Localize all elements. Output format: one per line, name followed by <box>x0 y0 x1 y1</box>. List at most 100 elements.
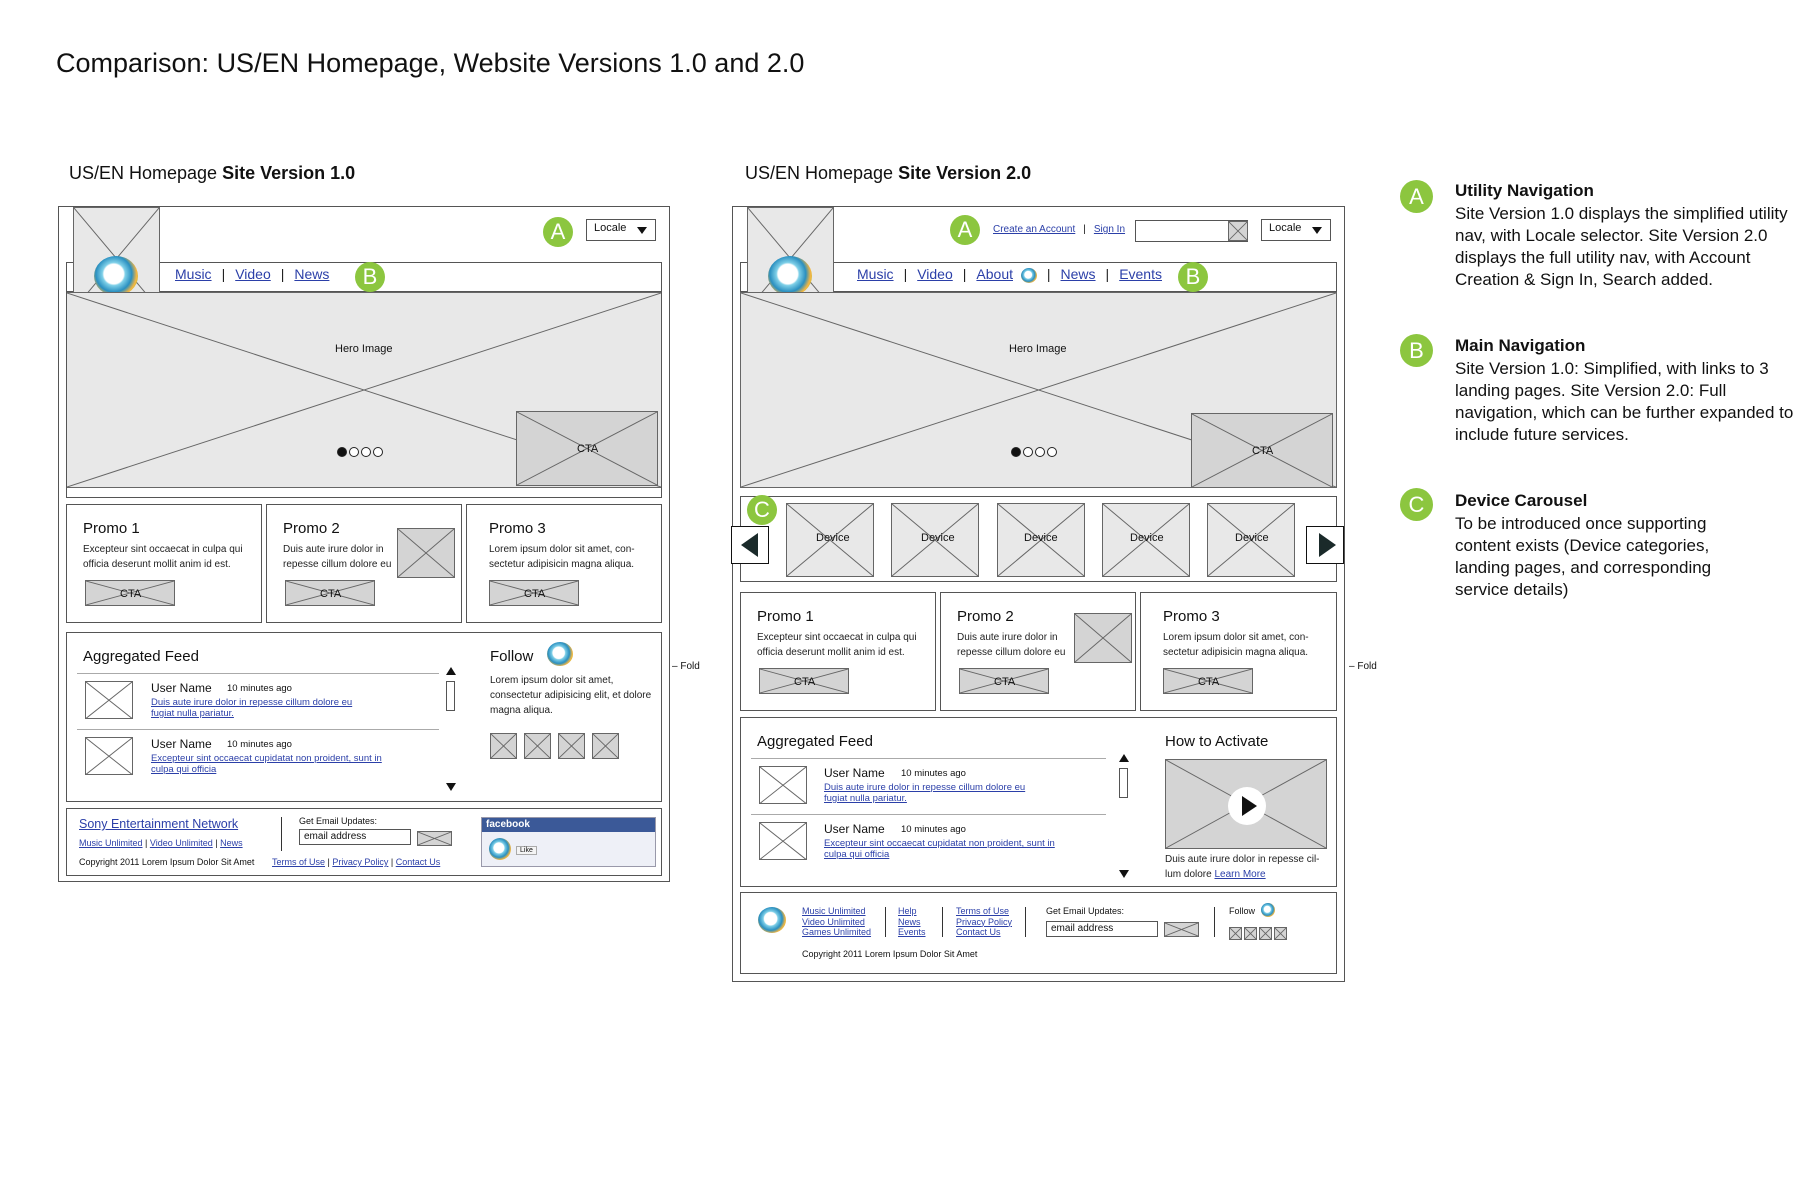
activate-video[interactable] <box>1165 759 1327 849</box>
feed-link[interactable]: Excepteur sint occaecat cupidatat non pr… <box>824 838 1059 860</box>
promo-cta-button[interactable]: CTA <box>1163 668 1253 694</box>
social-icon[interactable] <box>1229 927 1242 940</box>
device-tile[interactable]: Device <box>1207 503 1295 577</box>
badge-c-v2: C <box>747 495 777 525</box>
sony-logo-icon[interactable] <box>768 256 812 296</box>
feed-title: Aggregated Feed <box>83 648 199 665</box>
chevron-down-icon <box>1312 227 1322 234</box>
badge-c: C <box>1400 488 1433 521</box>
scroll-up-icon[interactable] <box>446 667 456 675</box>
v1-hero-frame <box>66 292 662 498</box>
nav-video[interactable]: Video <box>917 266 953 282</box>
device-tile[interactable]: Device <box>786 503 874 577</box>
email-input[interactable]: email address <box>299 829 411 845</box>
v2-label: US/EN Homepage Site Version 2.0 <box>745 163 1032 183</box>
feed-user[interactable]: User Name <box>151 737 212 751</box>
hero-cta-button[interactable]: CTA <box>1191 413 1333 487</box>
sign-in-link[interactable]: Sign In <box>1094 224 1125 235</box>
scroll-down-icon[interactable] <box>1119 870 1129 878</box>
activate-title: How to Activate <box>1165 733 1269 750</box>
social-icon[interactable] <box>592 733 619 759</box>
nav-news[interactable]: News <box>294 266 329 282</box>
v1-main-nav: Music | Video | News <box>175 266 330 282</box>
social-icon[interactable] <box>1244 927 1257 940</box>
create-account-link[interactable]: Create an Account <box>993 224 1075 235</box>
promo-cta-button[interactable]: CTA <box>285 580 375 606</box>
feed-user[interactable]: User Name <box>151 681 212 695</box>
footer-brand-link[interactable]: Sony Entertainment Network <box>79 817 238 831</box>
feed-scrollbar[interactable] <box>446 681 455 711</box>
v1-promo-1: Promo 1 Excepteur sint occaecat in culpa… <box>66 504 262 623</box>
v2-utility-nav: Create an Account | Sign In <box>993 224 1126 235</box>
feed-link[interactable]: Duis aute irure dolor in repesse cillum … <box>151 697 366 719</box>
v1-label: US/EN Homepage Site Version 1.0 <box>69 163 356 183</box>
device-tile[interactable]: Device <box>1102 503 1190 577</box>
nav-video[interactable]: Video <box>235 266 271 282</box>
device-tile[interactable]: Device <box>997 503 1085 577</box>
facebook-widget[interactable]: facebook Like <box>481 817 656 867</box>
promo-image <box>1074 613 1132 663</box>
feed-scrollbar[interactable] <box>1119 768 1128 798</box>
arrow-right-icon <box>1319 533 1336 557</box>
chevron-down-icon <box>637 227 647 234</box>
nav-music[interactable]: Music <box>857 266 894 282</box>
like-button[interactable]: Like <box>516 846 537 855</box>
device-tile[interactable]: Device <box>891 503 979 577</box>
play-button[interactable] <box>1228 787 1266 825</box>
social-icon[interactable] <box>524 733 551 759</box>
promo-cta-button[interactable]: CTA <box>759 668 849 694</box>
v2-footer: Music Unlimited Video Unlimited Games Un… <box>740 892 1337 974</box>
v2-promo-2: Promo 2 Duis aute irure dolor in repesse… <box>940 592 1136 711</box>
feed-user[interactable]: User Name <box>824 822 885 836</box>
v1-footer: Sony Entertainment Network Music Unlimit… <box>66 808 662 876</box>
badge-a: A <box>1400 180 1433 213</box>
sony-logo-icon <box>1020 267 1037 283</box>
nav-events[interactable]: Events <box>1119 266 1162 282</box>
v2-main-nav: Music | Video | About | News | Events <box>857 266 1162 283</box>
v2-promo-3: Promo 3 Lorem ipsum dolor sit amet, con-… <box>1140 592 1337 711</box>
feed-thumbnail <box>85 737 133 775</box>
promo-cta-button[interactable]: CTA <box>85 580 175 606</box>
nav-about[interactable]: About <box>976 266 1013 282</box>
v2-locale-select[interactable]: Locale <box>1261 219 1331 241</box>
email-submit-button[interactable] <box>417 831 452 846</box>
email-submit-button[interactable] <box>1164 922 1199 937</box>
carousel-prev-button[interactable] <box>731 526 769 564</box>
play-icon <box>1242 796 1257 816</box>
feed-link[interactable]: Duis aute irure dolor in repesse cillum … <box>824 782 1039 804</box>
badge-b-v2: B <box>1178 262 1208 292</box>
hero-label: Hero Image <box>1009 343 1067 355</box>
email-input[interactable]: email address <box>1046 921 1158 937</box>
scroll-up-icon[interactable] <box>1119 754 1129 762</box>
scroll-down-icon[interactable] <box>446 783 456 791</box>
social-icon[interactable] <box>1274 927 1287 940</box>
badge-a-v1: A <box>543 217 573 247</box>
search-button[interactable] <box>1228 221 1248 241</box>
v1-locale-select[interactable]: Locale <box>586 219 656 241</box>
feed-link[interactable]: Excepteur sint occaecat cupidatat non pr… <box>151 753 386 775</box>
promo-cta-button[interactable]: CTA <box>489 580 579 606</box>
follow-title: Follow <box>490 648 534 665</box>
nav-news[interactable]: News <box>1061 266 1096 282</box>
social-icon[interactable] <box>490 733 517 759</box>
sony-logo-icon[interactable] <box>94 256 138 296</box>
badge-b: B <box>1400 334 1433 367</box>
nav-music[interactable]: Music <box>175 266 212 282</box>
promo-cta-button[interactable]: CTA <box>959 668 1049 694</box>
fold-marker-v1: – Fold <box>672 661 700 672</box>
feed-user[interactable]: User Name <box>824 766 885 780</box>
arrow-left-icon <box>741 533 758 557</box>
v1-feed-section: Aggregated Feed User Name 10 minutes ago… <box>66 632 662 802</box>
social-icon[interactable] <box>558 733 585 759</box>
social-icon[interactable] <box>1259 927 1272 940</box>
feed-thumbnail <box>759 822 807 860</box>
sony-logo-icon[interactable] <box>758 907 786 933</box>
carousel-next-button[interactable] <box>1306 526 1344 564</box>
learn-more-link[interactable]: Learn More <box>1214 869 1265 880</box>
v2-hero-image[interactable]: Hero Image CTA <box>740 292 1337 488</box>
feed-thumbnail <box>85 681 133 719</box>
page-title: Comparison: US/EN Homepage, Website Vers… <box>56 48 805 78</box>
carousel-dots[interactable] <box>1011 444 1059 462</box>
v1-promo-3: Promo 3 Lorem ipsum dolor sit amet, con-… <box>466 504 662 623</box>
sony-logo-icon <box>1261 903 1275 917</box>
